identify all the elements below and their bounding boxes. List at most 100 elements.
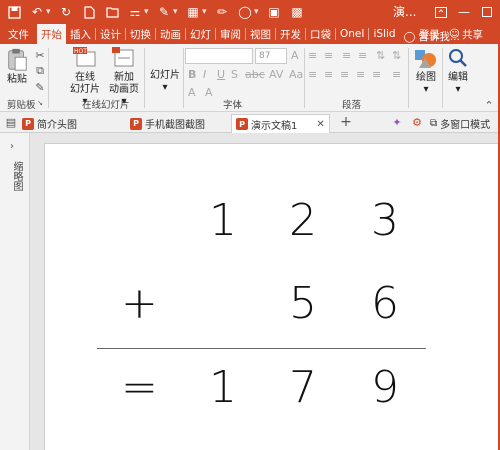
highlight-icon[interactable]: A [205,86,213,99]
bullets-icon[interactable]: ≡ [308,49,317,62]
shapes-draw-icon [415,50,436,68]
table-icon[interactable]: ▦ [184,3,202,21]
tab-file[interactable]: 文件 [0,24,37,44]
group-divider [304,48,305,108]
open-icon[interactable] [103,3,121,21]
justify-icon[interactable]: ≡ [356,68,365,81]
digit-row1: 3 [371,195,399,246]
format-icon[interactable]: ⚎ [126,3,144,21]
doc-tab-label: 演示文稿1 [251,120,298,132]
underline-icon[interactable]: U [217,68,225,81]
new-icon[interactable] [80,3,98,21]
redo-icon[interactable]: ↻ [57,3,75,21]
tab-home[interactable]: 开始 [37,24,66,44]
new-tab-icon[interactable]: + [339,114,353,130]
paint-icon[interactable]: ✎ [155,3,173,21]
digit-row2: 6 [371,278,399,329]
group-divider [442,48,443,108]
save-icon[interactable] [5,3,23,21]
expand-pane-icon[interactable]: › [10,141,14,152]
settings-gear-icon[interactable]: ⚙ [410,115,424,129]
brush-icon[interactable]: ✏ [213,3,231,21]
draw-button[interactable]: 绘图 ▾ [411,46,441,96]
tab-developer[interactable]: 开发 [276,24,305,44]
edit-button[interactable]: 编辑 ▾ [444,46,472,96]
format-painter-icon[interactable]: ✎ [33,80,47,94]
lightbulb-icon: ◯ [403,30,416,43]
shadow-icon[interactable]: S [231,68,238,81]
minimize-button[interactable]: — [455,1,473,23]
strikethrough-icon[interactable]: abc [245,68,265,81]
doc-tab-active[interactable]: P 演示文稿1 ✕ [231,114,330,133]
change-case-icon[interactable]: Aa [289,68,303,81]
slide-canvas[interactable]: 1 2 3 + 5 6 = 1 7 9 [44,143,498,450]
table-dropdown-icon[interactable]: ▾ [202,7,208,17]
tab-menu-icon[interactable]: ▤ [4,115,18,129]
dialog-launcher-icon[interactable]: ↘ [36,99,44,107]
magnifier-icon [449,49,467,67]
doc-tab[interactable]: P 手机截图截图 [130,114,205,133]
share-label: 共享 [461,28,483,41]
tab-view[interactable]: 视图 [246,24,275,44]
collapse-ribbon-icon[interactable]: ⌃ [482,98,496,112]
quick-access-toolbar: ↶ ▾ ↻ ⚎ ▾ ✎ ▾ ▦ ▾ ✏ ◯ ▾ ▣ ▩ [0,0,306,24]
online-slides-group-label: 在线幻灯片 [82,100,130,111]
close-tab-icon[interactable]: ✕ [316,119,324,130]
decrease-indent-icon[interactable]: ≡ [342,49,351,62]
tab-islide[interactable]: iSlid [369,24,399,44]
tab-slideshow[interactable]: 幻灯 [186,24,215,44]
doc-tab-label: 简介头图 [37,120,77,131]
font-color-icon[interactable]: A [188,86,196,99]
tab-design[interactable]: 设计 [96,24,125,44]
tab-animations[interactable]: 动画 [156,24,185,44]
grow-font-icon[interactable]: A [291,49,299,62]
sum-line [97,348,426,349]
ribbon-options-icon[interactable] [432,1,450,23]
align-right-icon[interactable]: ≡ [340,68,349,81]
hot-slide-icon: HOT [73,47,96,67]
format-dropdown-icon[interactable]: ▾ [144,7,150,17]
numbering-icon[interactable]: ≡ [324,49,333,62]
login-link[interactable]: 登录 [419,27,440,42]
tab-review[interactable]: 审阅 [216,24,245,44]
shapes-icon[interactable]: ◯ [236,3,254,21]
cut-icon[interactable]: ✂ [33,48,47,62]
maximize-button[interactable] [478,1,496,23]
tab-insert[interactable]: 插入 [66,24,95,44]
font-size-field[interactable]: 87 [255,48,287,64]
copy-icon[interactable]: ⧉ [33,64,47,78]
font-group: 87 A B I U S abc AV Aa A A 字体 [185,44,305,112]
paint-dropdown-icon[interactable]: ▾ [173,7,179,17]
slide-button[interactable]: 幻灯片 ▾ [148,70,182,94]
shapes-dropdown-icon[interactable]: ▾ [254,7,260,17]
multi-window-button[interactable]: ⧉ 多窗口模式 [430,114,490,133]
document-tabs-bar: ▤ P 简介头图 P 手机截图截图 P 演示文稿1 ✕ + ✦ ⚙ ⧉ 多窗口模… [0,112,500,133]
grid-icon[interactable]: ▣ [265,3,283,21]
italic-icon[interactable]: I [203,68,206,81]
tab-onenote[interactable]: OneI [336,24,368,44]
columns-icon[interactable]: ≡ [372,68,381,81]
line-spacing-icon[interactable]: ⇅ [376,49,385,62]
undo-dropdown-icon[interactable]: ▾ [46,7,52,17]
bold-icon[interactable]: B [188,68,196,81]
share-button[interactable]: ☺ 共享 [449,25,497,43]
increase-indent-icon[interactable]: ≡ [358,49,367,62]
slide-dropdown-icon: ▾ [162,82,168,93]
slideshow-icon[interactable]: ▩ [288,3,306,21]
magic-icon[interactable]: ✦ [390,115,404,129]
align-center-icon[interactable]: ≡ [324,68,333,81]
char-spacing-icon[interactable]: AV [269,68,283,81]
digit-row2: 5 [289,278,317,329]
tab-pocket[interactable]: 口袋 [306,24,335,44]
align-text-icon[interactable]: ≡ [392,68,401,81]
doc-tab[interactable]: P 简介头图 [22,114,77,133]
tab-transitions[interactable]: 切换 [126,24,155,44]
paste-button[interactable]: 粘贴 [4,48,30,86]
windows-icon: ⧉ [430,118,438,129]
animation-page-icon [112,47,134,67]
font-name-field[interactable] [185,48,253,64]
align-left-icon[interactable]: ≡ [308,68,317,81]
undo-icon[interactable]: ↶ [28,3,46,21]
plus-sign: + [121,278,158,329]
text-direction-icon[interactable]: ⇅ [392,49,401,62]
